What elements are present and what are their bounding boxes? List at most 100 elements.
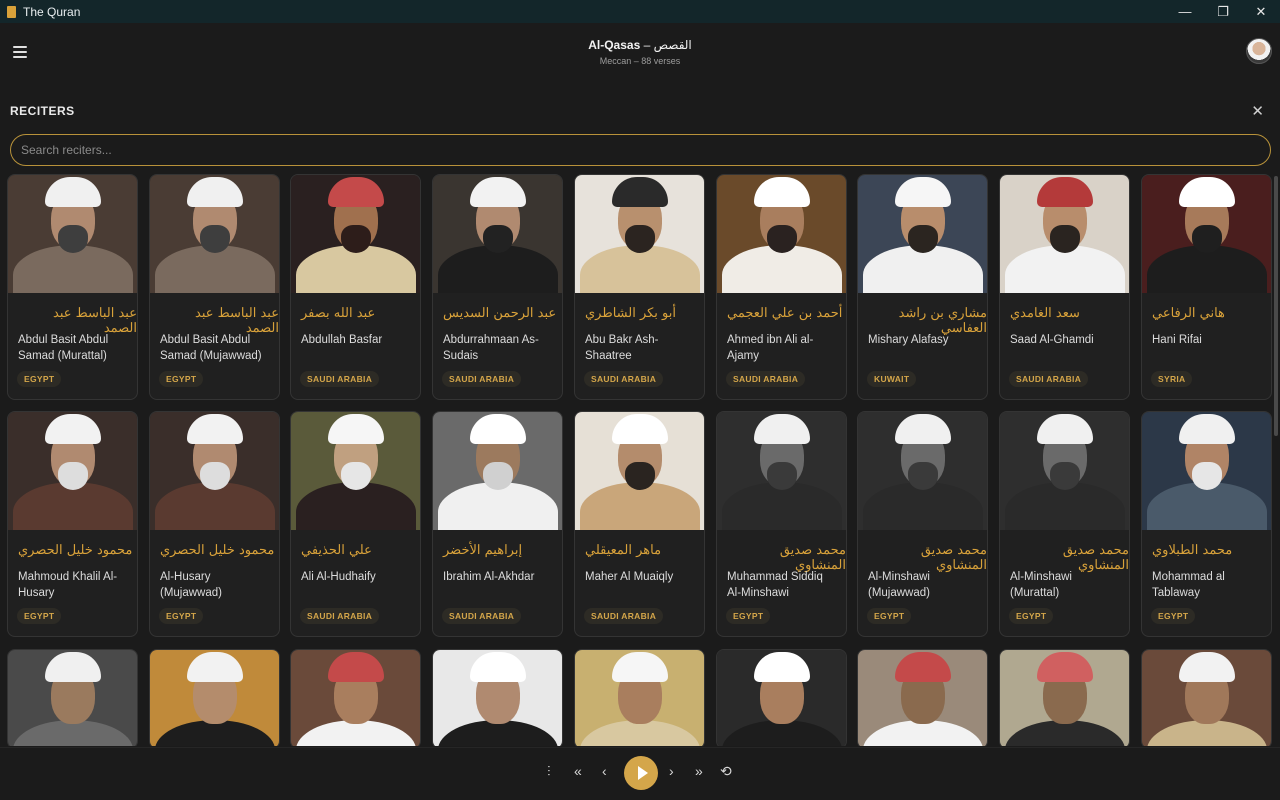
equalizer-icon[interactable]: ⫶: [547, 763, 551, 780]
reciter-name: Abdul Basit Abdul Samad (Murattal): [18, 334, 109, 362]
reciter-card[interactable]: عبد الباسط عبد الصمد Abdul Basit Abdul Sa…: [7, 174, 138, 400]
country-badge: SAUDI ARABIA: [1009, 371, 1089, 387]
app-icon: [7, 5, 16, 18]
reciter-name: Ali Al-Hudhaify: [301, 571, 376, 583]
reciter-photo: [433, 412, 562, 530]
reciter-photo: [150, 650, 279, 746]
country-badge: SAUDI ARABIA: [300, 608, 380, 624]
reciter-card[interactable]: أحمد بن علي العجمي Ahmed ibn Ali al-Ajamy…: [716, 174, 847, 400]
reciter-card[interactable]: محمود خليل الحصري Al-Husary (Mujawwad) EGY…: [149, 411, 280, 637]
reciter-photo: [575, 412, 704, 530]
reciter-card[interactable]: [7, 649, 138, 746]
reciter-arabic-name: إبراهيم الأخضر: [443, 543, 523, 558]
reciter-card[interactable]: سعد الغامدي Saad Al-Ghamdi SAUDI ARABIA: [999, 174, 1130, 400]
country-badge: SAUDI ARABIA: [584, 608, 664, 624]
reciter-card[interactable]: محمد صديق المنشاوي Muhammad Siddiq Al-Min…: [716, 411, 847, 637]
fast-forward-icon[interactable]: »: [695, 763, 703, 779]
country-badge: SAUDI ARABIA: [300, 371, 380, 387]
reciter-photo: [858, 650, 987, 746]
reciter-card[interactable]: [574, 649, 705, 746]
surah-heading: Al-Qasas – القصص Meccan – 88 verses: [0, 38, 1280, 66]
reciter-card[interactable]: إبراهيم الأخضر Ibrahim Al-Akhdar SAUDI ARA…: [432, 411, 563, 637]
reciter-card[interactable]: مشاري بن راشد العفاسي Mishary Alafasy KUWA…: [857, 174, 988, 400]
reciter-photo: [1000, 175, 1129, 293]
reciter-card[interactable]: عبد الرحمن السديس Abdurrahmaan As-Sudais S…: [432, 174, 563, 400]
country-badge: SYRIA: [1151, 371, 1193, 387]
restore-button[interactable]: ❐: [1204, 0, 1242, 23]
reciter-name: Al-Minshawi (Murattal): [1010, 571, 1072, 599]
reciters-grid: عبد الباسط عبد الصمد Abdul Basit Abdul Sa…: [7, 174, 1273, 746]
search-reciters-input[interactable]: [10, 134, 1271, 166]
reciter-photo: [291, 175, 420, 293]
rewind-icon[interactable]: «: [574, 763, 582, 779]
country-badge: EGYPT: [867, 608, 912, 624]
reciter-name: Abdul Basit Abdul Samad (Mujawwad): [160, 334, 262, 362]
reciter-photo: [717, 650, 846, 746]
reciter-card[interactable]: [1141, 649, 1272, 746]
minimize-button[interactable]: —: [1166, 0, 1204, 23]
reciter-arabic-name: أبو بكر الشاطري: [585, 306, 677, 321]
reciter-name: Saad Al-Ghamdi: [1010, 334, 1094, 346]
reciter-card[interactable]: هاني الرفاعي Hani Rifai SYRIA: [1141, 174, 1272, 400]
reciter-card[interactable]: علي الحذيفي Ali Al-Hudhaify SAUDI ARABIA: [290, 411, 421, 637]
reciter-photo: [575, 650, 704, 746]
reciter-card[interactable]: [716, 649, 847, 746]
reciter-arabic-name: علي الحذيفي: [301, 543, 372, 558]
reciter-avatar[interactable]: [1246, 38, 1272, 64]
close-window-button[interactable]: ✕: [1242, 0, 1280, 23]
reciter-photo: [1000, 650, 1129, 746]
reciter-photo: [291, 650, 420, 746]
country-badge: EGYPT: [726, 608, 771, 624]
country-badge: EGYPT: [17, 608, 62, 624]
reciter-card[interactable]: [857, 649, 988, 746]
country-badge: EGYPT: [159, 371, 204, 387]
country-badge: SAUDI ARABIA: [584, 371, 664, 387]
reciter-card[interactable]: [290, 649, 421, 746]
reciter-arabic-name: عبد الله بصفر: [301, 306, 376, 321]
reciter-photo: [8, 175, 137, 293]
reciter-card[interactable]: [999, 649, 1130, 746]
reciter-photo: [8, 650, 137, 746]
reciter-card[interactable]: محمد الطبلاوي Mohammad al Tablaway EGYPT: [1141, 411, 1272, 637]
surah-arabic: القصص: [653, 38, 692, 52]
country-badge: EGYPT: [17, 371, 62, 387]
reciter-card[interactable]: محمد صديق المنشاوي Al-Minshawi (Murattal)…: [999, 411, 1130, 637]
reciter-arabic-name: عبد الرحمن السديس: [443, 306, 557, 321]
reciter-arabic-name: محمود خليل الحصري: [18, 543, 133, 558]
reciter-name: Hani Rifai: [1152, 334, 1202, 346]
country-badge: EGYPT: [1151, 608, 1196, 624]
reciter-card[interactable]: [149, 649, 280, 746]
reciter-name: Mishary Alafasy: [868, 334, 949, 346]
reciter-name: Al-Minshawi (Mujawwad): [868, 571, 930, 599]
app-header: Al-Qasas – القصص Meccan – 88 verses: [0, 23, 1280, 87]
reciter-card[interactable]: عبد الباسط عبد الصمد Abdul Basit Abdul Sa…: [149, 174, 280, 400]
country-badge: SAUDI ARABIA: [726, 371, 806, 387]
reciter-name: Maher Al Muaiqly: [585, 571, 674, 583]
reciter-photo: [150, 175, 279, 293]
reciter-arabic-name: ماهر المعيقلي: [585, 543, 662, 558]
reciter-photo: [858, 412, 987, 530]
reciter-photo: [575, 175, 704, 293]
reciter-arabic-name: سعد الغامدي: [1010, 306, 1080, 321]
reciter-card[interactable]: عبد الله بصفر Abdullah Basfar SAUDI ARABIA: [290, 174, 421, 400]
surah-name: Al-Qasas: [588, 38, 641, 52]
previous-icon[interactable]: ‹: [602, 763, 607, 779]
reciter-card[interactable]: أبو بكر الشاطري Abu Bakr Ash-Shaatree SAUD…: [574, 174, 705, 400]
reciter-photo: [1142, 412, 1271, 530]
next-icon[interactable]: ›: [669, 763, 674, 779]
reciter-card[interactable]: [432, 649, 563, 746]
scrollbar[interactable]: [1274, 176, 1278, 436]
reciter-photo: [433, 175, 562, 293]
reciter-name: Abu Bakr Ash-Shaatree: [585, 334, 659, 362]
country-badge: KUWAIT: [867, 371, 917, 387]
reciter-card[interactable]: محمد صديق المنشاوي Al-Minshawi (Mujawwad)…: [857, 411, 988, 637]
play-button[interactable]: [624, 756, 658, 790]
reciter-photo: [717, 412, 846, 530]
reciter-name: Al-Husary (Mujawwad): [160, 571, 222, 599]
reciter-card[interactable]: محمود خليل الحصري Mahmoud Khalil Al-Husar…: [7, 411, 138, 637]
repeat-icon[interactable]: ⟲: [720, 763, 732, 780]
surah-separator: –: [640, 38, 654, 52]
reciter-name: Abdurrahmaan As-Sudais: [443, 334, 539, 362]
close-reciters-icon[interactable]: ✕: [1251, 102, 1264, 120]
reciter-card[interactable]: ماهر المعيقلي Maher Al Muaiqly SAUDI ARABI…: [574, 411, 705, 637]
